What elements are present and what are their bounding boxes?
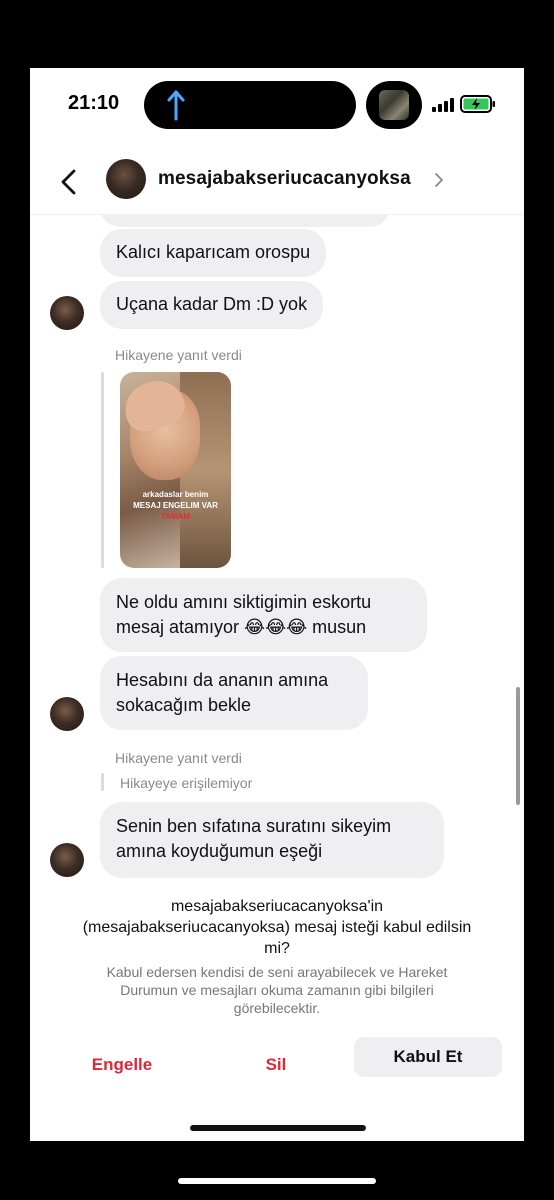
- thumbnail-image: [379, 90, 409, 120]
- scrollbar[interactable]: [516, 687, 520, 805]
- story-caption: TAMAM: [160, 512, 191, 521]
- status-bar: 21:10: [30, 68, 524, 142]
- message-text-line: Senin ben sıfatına suratını sikeyim: [116, 816, 392, 836]
- request-description-line: görebilecektir.: [233, 1000, 321, 1016]
- back-chevron-icon[interactable]: [56, 166, 82, 198]
- story-caption: MESAJ ENGELIM VAR: [133, 501, 218, 510]
- message-bubble[interactable]: Ne oldu amını siktigimin eskortu mesaj a…: [100, 578, 427, 652]
- cellular-signal-icon: [432, 98, 454, 112]
- chevron-right-icon[interactable]: [432, 171, 446, 189]
- message-text-line: Ne oldu amını siktigimin eskortu: [116, 592, 372, 612]
- message-text-line: sokacağım bekle: [116, 695, 252, 715]
- message-bubble[interactable]: Hesabını da ananın amına sokacağım bekle: [100, 656, 368, 730]
- story-caption: arkadaslar benim: [142, 490, 209, 499]
- upload-arrow-icon: [167, 90, 185, 121]
- message-bubble[interactable]: Kalıcı kaparıcam orospu: [100, 229, 327, 277]
- contact-username[interactable]: mesajabakseriucacanyoksa: [158, 168, 411, 190]
- request-description-line: Kabul edersen kendisi de seni arayabilec…: [106, 964, 448, 980]
- message-bubble[interactable]: Uçana kadar Dm :D yok: [100, 281, 324, 329]
- request-question-line: mesajabakseriucacanyoksa'in: [170, 898, 384, 915]
- message-text-line: mesaj atamıyor 😂😂😂 musun: [116, 617, 367, 637]
- message-text: Uçana kadar Dm :D yok: [116, 294, 308, 314]
- story-reply-label: Hikayene yanıt verdi: [115, 750, 242, 766]
- message-bubble-partial: [100, 215, 390, 227]
- story-thumbnail[interactable]: arkadaslar benim MESAJ ENGELIM VAR TAMAM: [120, 372, 231, 568]
- request-question-line: (mesajabakseriucacanyoksa) mesaj isteği …: [82, 919, 472, 936]
- block-button[interactable]: Engelle: [60, 1045, 184, 1085]
- request-question: mesajabakseriucacanyoksa'in (mesajabakse…: [52, 896, 502, 959]
- sender-avatar[interactable]: [50, 697, 84, 731]
- sender-avatar[interactable]: [50, 296, 84, 330]
- request-description-line: Durumun ve mesajları okuma zamanın gibi …: [120, 982, 434, 998]
- outer-home-bar: [178, 1178, 376, 1184]
- request-description: Kabul edersen kendisi de seni arayabilec…: [66, 963, 488, 1017]
- message-text-line: amına koyduğumun eşeği: [116, 841, 323, 861]
- reply-indicator-bar: [101, 372, 104, 568]
- message-request-panel: mesajabakseriucacanyoksa'in (mesajabakse…: [30, 878, 524, 1141]
- chat-header: mesajabakseriucacanyoksa: [30, 152, 524, 215]
- delete-button[interactable]: Sil: [218, 1045, 334, 1085]
- sender-avatar[interactable]: [50, 843, 84, 877]
- screen: 21:10 mesajabakseriucacanyoksa Kalıcı ka…: [30, 68, 524, 1141]
- message-thread[interactable]: Kalıcı kaparıcam orospu Uçana kadar Dm :…: [30, 215, 524, 878]
- battery-charging-icon: [460, 95, 495, 113]
- story-unavailable-label: Hikayeye erişilemiyor: [120, 775, 253, 791]
- live-activity-thumbnail[interactable]: [366, 81, 422, 129]
- contact-avatar[interactable]: [106, 159, 146, 199]
- home-indicator[interactable]: [190, 1125, 366, 1131]
- dynamic-island[interactable]: [144, 81, 356, 129]
- accept-button[interactable]: Kabul Et: [354, 1037, 502, 1077]
- request-question-line: mi?: [264, 940, 290, 957]
- message-text-line: Hesabını da ananın amına: [116, 670, 329, 690]
- message-text: Kalıcı kaparıcam orospu: [116, 242, 311, 262]
- reply-indicator-bar: [101, 773, 104, 791]
- status-time: 21:10: [68, 92, 120, 114]
- story-reply-label: Hikayene yanıt verdi: [115, 347, 242, 363]
- message-bubble[interactable]: Senin ben sıfatına suratını sikeyim amın…: [100, 802, 444, 878]
